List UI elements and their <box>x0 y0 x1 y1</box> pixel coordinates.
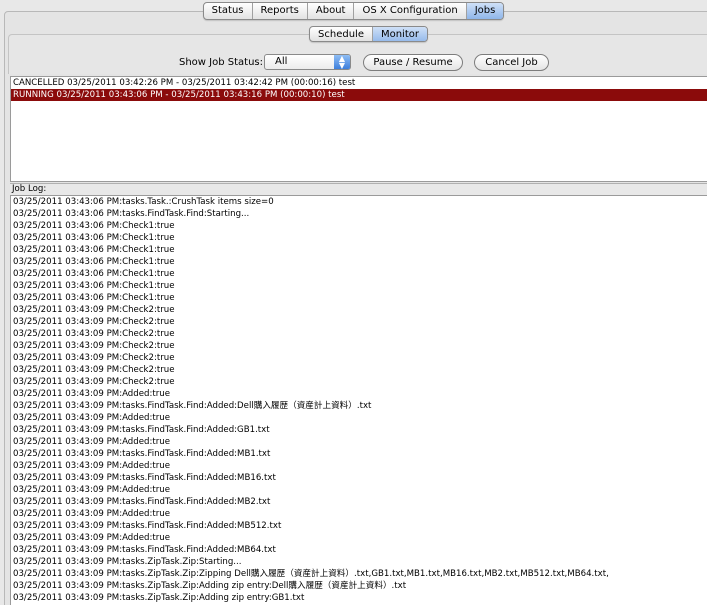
jobs-sub-tabs: Schedule Monitor <box>309 26 428 42</box>
log-line: 03/25/2011 03:43:09 PM:Added:true <box>13 389 170 399</box>
log-line: 03/25/2011 03:43:09 PM:tasks.FindTask.Fi… <box>13 545 276 555</box>
log-line: 03/25/2011 03:43:09 PM:tasks.ZipTask.Zip… <box>13 557 242 567</box>
log-line: 03/25/2011 03:43:09 PM:Added:true <box>13 461 170 471</box>
log-line: 03/25/2011 03:43:09 PM:tasks.FindTask.Fi… <box>13 473 276 483</box>
log-line: 03/25/2011 03:43:09 PM:tasks.FindTask.Fi… <box>13 449 271 459</box>
log-line: 03/25/2011 03:43:09 PM:tasks.ZipTask.Zip… <box>13 593 305 603</box>
log-line: 03/25/2011 03:43:09 PM:Check2:true <box>13 341 175 351</box>
log-line: 03/25/2011 03:43:06 PM:Check1:true <box>13 233 175 243</box>
select-arrows-icon: ▲ ▼ <box>334 55 350 70</box>
tab-status[interactable]: Status <box>204 3 253 19</box>
log-line: 03/25/2011 03:43:09 PM:tasks.FindTask.Fi… <box>13 497 271 507</box>
log-line: 03/25/2011 03:43:06 PM:tasks.Task.:Crush… <box>13 197 274 207</box>
show-job-status-label: Show Job Status: <box>179 57 263 68</box>
log-line: 03/25/2011 03:43:06 PM:Check1:true <box>13 257 175 267</box>
log-line: 03/25/2011 03:43:06 PM:Check1:true <box>13 269 175 279</box>
log-line: 03/25/2011 03:43:06 PM:tasks.FindTask.Fi… <box>13 209 250 219</box>
log-line: 03/25/2011 03:43:06 PM:Check1:true <box>13 293 175 303</box>
log-line: 03/25/2011 03:43:09 PM:Check2:true <box>13 377 175 387</box>
log-line: 03/25/2011 03:43:06 PM:Check1:true <box>13 245 175 255</box>
log-line: 03/25/2011 03:43:09 PM:Check2:true <box>13 365 175 375</box>
job-status-select[interactable]: All ▲ ▼ <box>264 54 351 70</box>
log-line: 03/25/2011 03:43:09 PM:Added:true <box>13 437 170 447</box>
tab-about[interactable]: About <box>308 3 355 19</box>
job-row[interactable]: CANCELLED 03/25/2011 03:42:26 PM - 03/25… <box>11 77 707 89</box>
log-line: 03/25/2011 03:43:09 PM:tasks.ZipTask.Zip… <box>13 581 407 591</box>
tab-os-x-configuration[interactable]: OS X Configuration <box>354 3 467 19</box>
log-line: 03/25/2011 03:43:09 PM:Check2:true <box>13 329 175 339</box>
job-list[interactable]: CANCELLED 03/25/2011 03:42:26 PM - 03/25… <box>10 76 707 182</box>
main-tabs: Status Reports About OS X Configuration Jobs <box>202 2 505 20</box>
tab-reports[interactable]: Reports <box>253 3 308 19</box>
log-line: 03/25/2011 03:43:06 PM:Check1:true <box>13 221 175 231</box>
log-line: 03/25/2011 03:43:09 PM:Check2:true <box>13 317 175 327</box>
tab-monitor[interactable]: Monitor <box>372 27 427 41</box>
log-line: 03/25/2011 03:43:09 PM:Added:true <box>13 485 170 495</box>
log-line: 03/25/2011 03:43:09 PM:Added:true <box>13 533 170 543</box>
job-status-selected-value: All <box>275 56 288 67</box>
log-line: 03/25/2011 03:43:09 PM:Added:true <box>13 509 170 519</box>
tab-schedule[interactable]: Schedule <box>310 27 373 41</box>
job-row[interactable]: RUNNING 03/25/2011 03:43:06 PM - 03/25/2… <box>11 89 707 101</box>
log-line: 03/25/2011 03:43:09 PM:Added:true <box>13 413 170 423</box>
log-line: 03/25/2011 03:43:09 PM:Check2:true <box>13 353 175 363</box>
log-line: 03/25/2011 03:43:09 PM:tasks.FindTask.Fi… <box>13 521 282 531</box>
tab-jobs[interactable]: Jobs <box>466 3 504 19</box>
job-log-area[interactable]: 03/25/2011 03:43:06 PM:tasks.Task.:Crush… <box>10 195 707 605</box>
log-line: 03/25/2011 03:43:09 PM:tasks.ZipTask.Zip… <box>13 569 609 579</box>
log-line: 03/25/2011 03:43:06 PM:Check1:true <box>13 281 175 291</box>
job-log-label: Job Log: <box>10 183 707 195</box>
log-line: 03/25/2011 03:43:09 PM:tasks.FindTask.Fi… <box>13 401 372 411</box>
log-line: 03/25/2011 03:43:09 PM:tasks.FindTask.Fi… <box>13 425 270 435</box>
job-controls: Show Job Status: All ▲ ▼ Pause / Resume C… <box>0 53 707 73</box>
main-tab-bar: Status Reports About OS X Configuration Jobs <box>0 2 707 20</box>
jobs-sub-tab-bar: Schedule Monitor <box>0 26 707 42</box>
log-line: 03/25/2011 03:43:09 PM:Check2:true <box>13 305 175 315</box>
cancel-job-button[interactable]: Cancel Job <box>474 54 549 71</box>
pause-resume-button[interactable]: Pause / Resume <box>363 54 463 71</box>
